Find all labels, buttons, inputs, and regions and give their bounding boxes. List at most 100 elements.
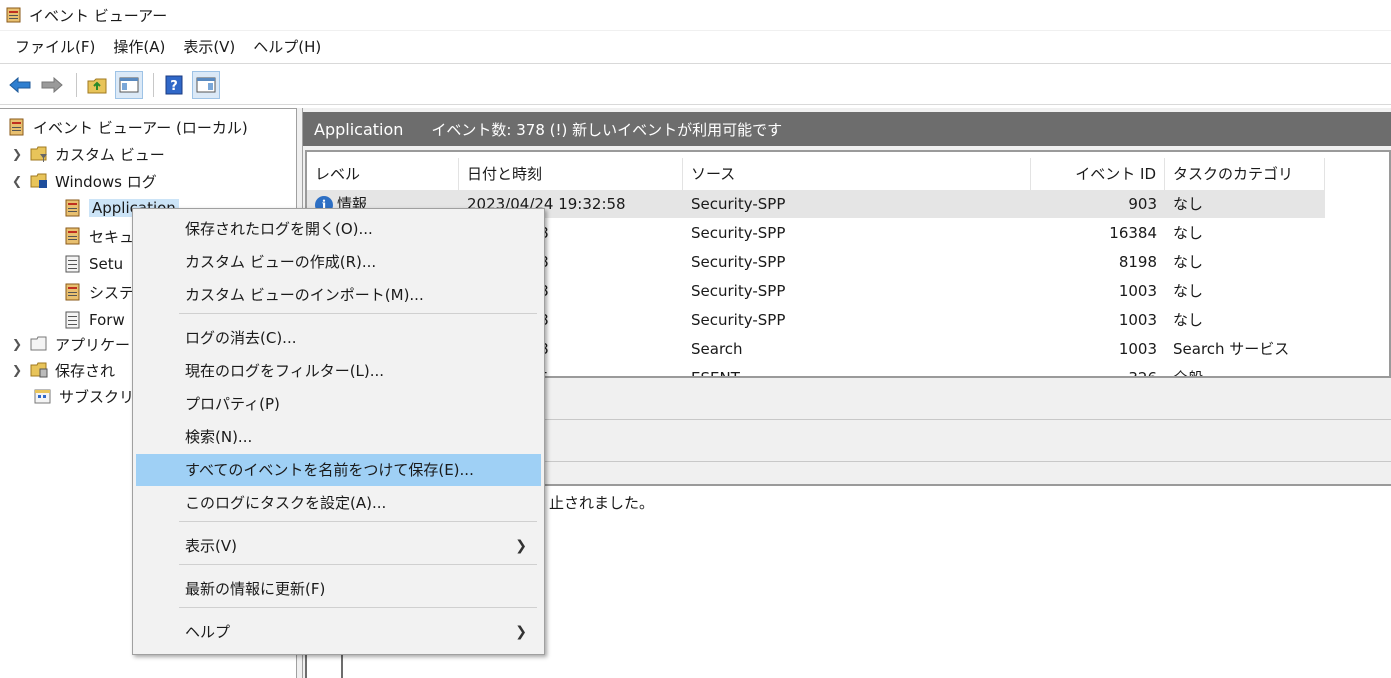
- chevron-right-icon: ❯: [515, 624, 527, 640]
- tree-item-forwarded[interactable]: Forw: [64, 307, 125, 333]
- tree-item-setup[interactable]: Setu: [64, 251, 123, 277]
- menu-view-submenu[interactable]: 表示(V) ❯: [136, 530, 541, 562]
- tree-item-subscriptions[interactable]: サブスクリ: [34, 383, 134, 409]
- chevron-right-icon[interactable]: ❯: [10, 147, 24, 161]
- column-header-event-id[interactable]: イベント ID: [1031, 158, 1165, 190]
- log-icon: [65, 283, 80, 301]
- help-icon: ?: [165, 75, 183, 94]
- cell-source: ESENT: [691, 369, 740, 378]
- show-hide-tree-button[interactable]: [115, 70, 143, 99]
- up-level-button[interactable]: [83, 71, 111, 99]
- menu-help-submenu[interactable]: ヘルプ ❯: [136, 616, 541, 648]
- title-bar: イベント ビューアー: [0, 0, 1391, 31]
- tree-label: イベント ビューアー (ローカル): [33, 118, 248, 137]
- log-plain-icon: [65, 255, 80, 273]
- show-hide-action-icon: [196, 77, 216, 92]
- event-list-header: レベル 日付と時刻 ソース イベント ID タスクのカテゴリ: [307, 158, 1325, 190]
- menu-attach-task[interactable]: このログにタスクを設定(A)...: [136, 487, 541, 519]
- menu-view-label: 表示(V): [185, 537, 237, 555]
- back-arrow-icon: [9, 76, 31, 93]
- tree-label: Setu: [89, 255, 124, 273]
- tree-label: 保存され: [55, 361, 116, 380]
- cell-event-id: 326: [1128, 369, 1157, 378]
- menu-create-custom-view[interactable]: カスタム ビューの作成(R)...: [136, 246, 541, 278]
- menu-help-label: ヘルプ: [185, 623, 231, 641]
- tree-item-custom-views[interactable]: ❯ カスタム ビュー: [10, 141, 165, 167]
- menu-separator: [179, 313, 537, 314]
- tree-item-saved-logs[interactable]: ❯ 保存され: [10, 357, 115, 383]
- menu-save-all-events[interactable]: すべてのイベントを名前をつけて保存(E)...: [136, 454, 541, 486]
- menu-file[interactable]: ファイル(F): [6, 34, 104, 60]
- event-count-info: イベント数: 378 (!) 新しいイベントが利用可能です: [431, 120, 783, 139]
- subscriptions-icon: [34, 389, 51, 404]
- chevron-right-icon[interactable]: ❯: [10, 337, 24, 351]
- cell-category: 全般: [1173, 369, 1204, 378]
- tree-label: カスタム ビュー: [55, 145, 165, 164]
- column-header-source[interactable]: ソース: [683, 158, 1031, 190]
- tree-item-security[interactable]: セキュ: [64, 223, 134, 249]
- log-icon: [65, 199, 80, 217]
- show-hide-action-button[interactable]: [192, 70, 220, 99]
- context-menu: 保存されたログを開く(O)... カスタム ビューの作成(R)... カスタム …: [132, 208, 545, 655]
- toolbar: ?: [0, 65, 1391, 105]
- cell-source: Security-SPP: [691, 311, 786, 329]
- menu-open-saved-log[interactable]: 保存されたログを開く(O)...: [136, 213, 541, 245]
- chevron-down-icon[interactable]: ❮: [10, 174, 24, 188]
- tree-label: セキュ: [89, 227, 135, 246]
- cell-category: Search サービス: [1173, 340, 1290, 358]
- cell-source: Security-SPP: [691, 195, 786, 213]
- cell-event-id: 1003: [1118, 340, 1157, 358]
- cell-event-id: 16384: [1109, 224, 1157, 242]
- cell-category: なし: [1173, 311, 1204, 329]
- help-button[interactable]: ?: [160, 71, 188, 99]
- show-hide-tree-icon: [119, 77, 139, 92]
- menu-separator: [179, 607, 537, 608]
- cell-event-id: 903: [1128, 195, 1157, 213]
- back-button[interactable]: [6, 71, 34, 99]
- event-viewer-icon: [9, 118, 24, 136]
- cell-source: Search: [691, 340, 743, 358]
- cell-source: Security-SPP: [691, 282, 786, 300]
- window-title: イベント ビューアー: [29, 6, 168, 25]
- menu-find[interactable]: 検索(N)...: [136, 421, 541, 453]
- tree-label: アプリケー: [55, 335, 131, 354]
- tree-item-windows-logs[interactable]: ❮ Windows ログ: [10, 168, 157, 194]
- menu-separator: [179, 564, 537, 565]
- chevron-right-icon[interactable]: ❯: [10, 363, 24, 377]
- tree-item-root[interactable]: イベント ビューアー (ローカル): [8, 114, 248, 140]
- cell-category: なし: [1173, 224, 1204, 242]
- folder-filter-icon: [30, 146, 47, 162]
- tree-item-system[interactable]: システ: [64, 279, 134, 305]
- svg-text:?: ?: [170, 79, 178, 94]
- cell-event-id: 1003: [1118, 282, 1157, 300]
- cell-source: Security-SPP: [691, 224, 786, 242]
- cell-source: Security-SPP: [691, 253, 786, 271]
- menu-view[interactable]: 表示(V): [174, 34, 244, 60]
- cell-event-id: 8198: [1118, 253, 1157, 271]
- menu-filter-log[interactable]: 現在のログをフィルター(L)...: [136, 355, 541, 387]
- column-header-date[interactable]: 日付と時刻: [459, 158, 683, 190]
- column-header-category[interactable]: タスクのカテゴリ: [1165, 158, 1325, 190]
- menu-action[interactable]: 操作(A): [104, 34, 174, 60]
- menu-properties[interactable]: プロパティ(P): [136, 388, 541, 420]
- tree-label: Forw: [89, 311, 125, 329]
- tree-item-app-services[interactable]: ❯ アプリケー: [10, 331, 130, 357]
- cell-category: なし: [1173, 253, 1204, 271]
- forward-button[interactable]: [38, 71, 66, 99]
- folder-windows-icon: [30, 173, 47, 188]
- menu-help[interactable]: ヘルプ(H): [244, 34, 330, 60]
- toolbar-separator: [153, 72, 154, 97]
- event-viewer-app-icon: [6, 7, 21, 23]
- menu-clear-log[interactable]: ログの消去(C)...: [136, 322, 541, 354]
- menu-refresh[interactable]: 最新の情報に更新(F): [136, 573, 541, 605]
- menu-import-custom-view[interactable]: カスタム ビューのインポート(M)...: [136, 279, 541, 311]
- menu-separator: [179, 521, 537, 522]
- toolbar-separator: [76, 72, 77, 97]
- log-plain-icon: [65, 311, 80, 329]
- log-title: Application: [314, 119, 404, 139]
- folder-icon: [30, 336, 47, 351]
- cell-event-id: 1003: [1118, 311, 1157, 329]
- column-header-level[interactable]: レベル: [307, 158, 459, 190]
- tree-label: システ: [89, 283, 135, 302]
- folder-up-icon: [87, 78, 107, 93]
